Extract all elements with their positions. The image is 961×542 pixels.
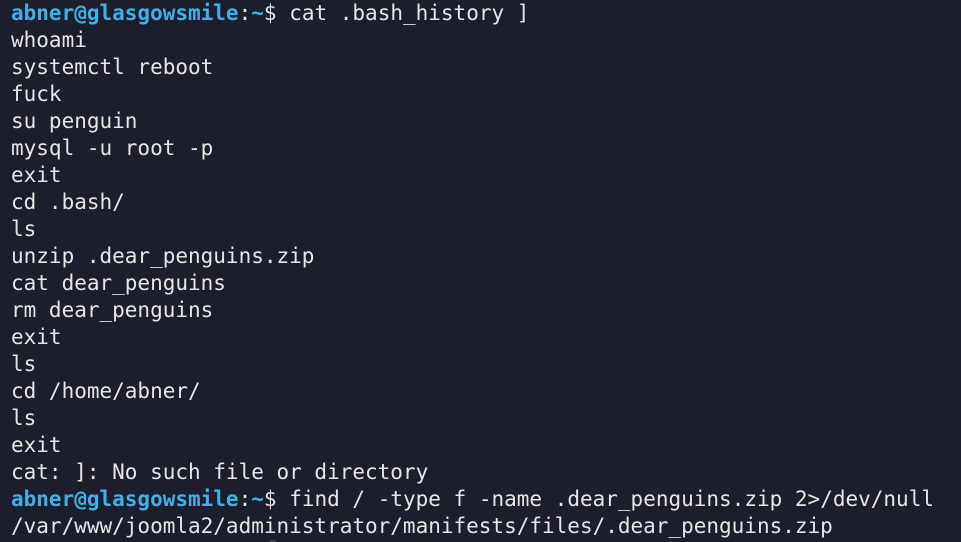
output-line: su penguin xyxy=(11,109,138,133)
prompt-separator: : xyxy=(238,1,252,25)
prompt-dollar: $ xyxy=(263,487,290,511)
result-line: /var/www/joomla2/administrator/manifests… xyxy=(11,514,833,538)
terminal-window[interactable]: abner@glasgowsmile:~$ cat .bash_history … xyxy=(0,0,961,542)
prompt-line-1: abner@glasgowsmile:~$ cat .bash_history … xyxy=(11,0,961,27)
output-line: ls xyxy=(11,217,37,241)
prompt-user-host: abner@glasgowsmile xyxy=(11,1,239,25)
prompt-dollar: $ xyxy=(263,1,290,25)
output-line: systemctl reboot xyxy=(11,55,214,79)
output-line: exit xyxy=(11,433,62,457)
output-line: cat dear_penguins xyxy=(11,271,226,295)
output-line: mysql -u root -p xyxy=(11,136,214,160)
prompt-separator: : xyxy=(238,487,252,511)
output-line: whoami xyxy=(11,28,87,52)
output-line: rm dear_penguins xyxy=(11,298,214,322)
prompt-path: ~ xyxy=(251,1,264,25)
output-line: cd .bash/ xyxy=(11,190,125,214)
output-line: ls xyxy=(11,352,37,376)
output-line: exit xyxy=(11,325,62,349)
error-line: cat: ]: No such file or directory xyxy=(11,460,429,484)
output-line: cd /home/abner/ xyxy=(11,379,201,403)
output-line: unzip .dear_penguins.zip xyxy=(11,244,315,268)
command-text: find / -type f -name .dear_penguins.zip … xyxy=(289,487,934,511)
command-text: cat .bash_history ] xyxy=(289,1,530,25)
output-line: ls xyxy=(11,406,37,430)
prompt-path: ~ xyxy=(251,487,264,511)
prompt-line-2: abner@glasgowsmile:~$ find / -type f -na… xyxy=(11,486,961,513)
output-line: fuck xyxy=(11,82,62,106)
output-line: exit xyxy=(11,163,62,187)
prompt-user-host: abner@glasgowsmile xyxy=(11,487,239,511)
